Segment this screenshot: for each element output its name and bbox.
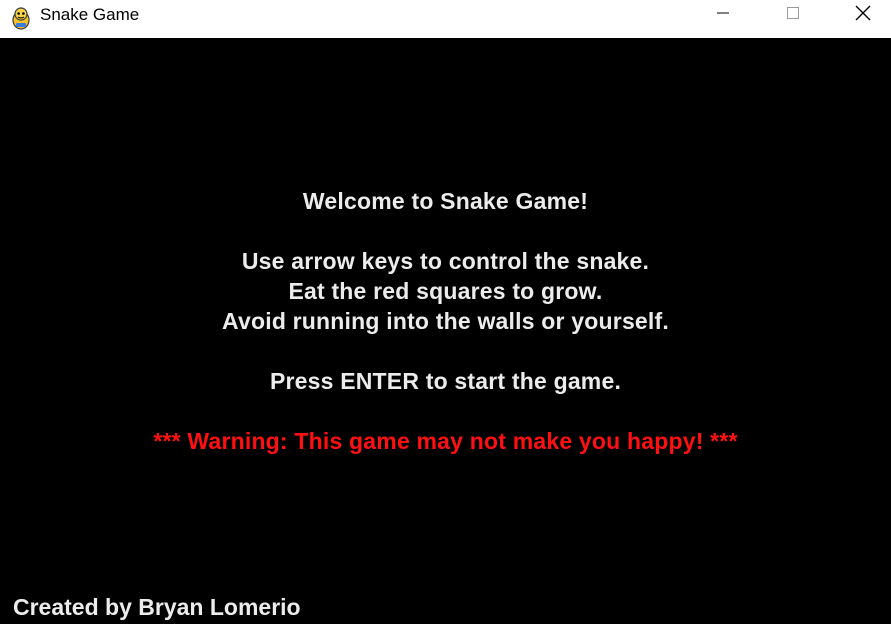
maximize-icon: [785, 5, 801, 26]
credit-text: Created by Bryan Lomerio: [13, 594, 301, 620]
start-prompt: Press ENTER to start the game.: [269, 368, 622, 394]
window-titlebar[interactable]: Snake Game: [0, 0, 891, 38]
window-title: Snake Game: [40, 5, 140, 24]
instruction-line: Avoid running into the walls or yourself…: [222, 308, 669, 334]
maximize-button[interactable]: [763, 0, 823, 30]
close-button[interactable]: [833, 0, 891, 30]
game-canvas[interactable]: Welcome to Snake Game! Use arrow keys to…: [0, 38, 891, 624]
pygame-snake-icon: [10, 6, 32, 30]
instruction-line: Eat the red squares to grow.: [288, 278, 603, 304]
instruction-line: Use arrow keys to control the snake.: [241, 248, 650, 274]
warning-text: *** Warning: This game may not make you …: [153, 428, 738, 454]
minimize-icon: [715, 5, 731, 26]
minimize-button[interactable]: [693, 0, 753, 30]
welcome-heading: Welcome to Snake Game!: [302, 188, 589, 214]
close-icon: [854, 4, 872, 27]
